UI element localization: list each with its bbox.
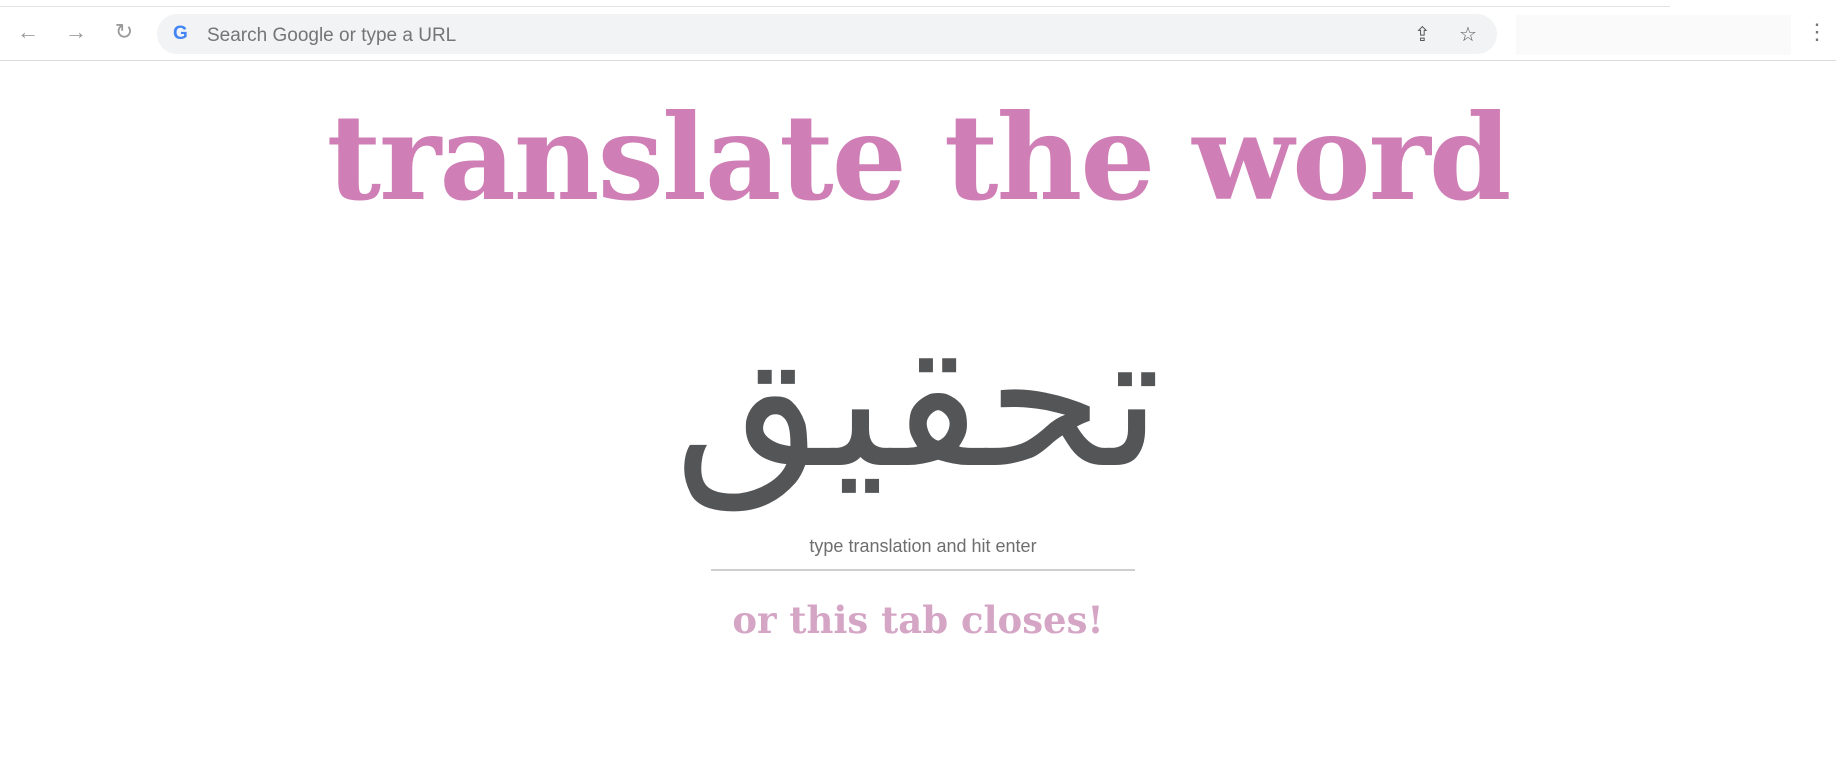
star-icon[interactable]: ☆ [1459,22,1477,47]
extensions-area [1516,15,1791,55]
google-icon: G [173,23,188,44]
address-input[interactable] [205,24,1309,48]
back-arrow-icon[interactable]: ← [14,19,42,45]
translation-input[interactable] [711,523,1135,571]
forward-arrow-icon[interactable]: → [62,19,90,45]
word-to-translate: تحقيق [674,289,1162,510]
menu-icon[interactable]: ⋮ [1806,19,1828,45]
address-bar[interactable]: G ⇪ ☆ [157,14,1497,54]
share-icon[interactable]: ⇪ [1414,22,1431,47]
page-title: translate the word [326,88,1512,227]
browser-toolbar: ← → ↻ G ⇪ ☆ ⋮ [0,7,1836,61]
warning-text: or this tab closes! [732,598,1104,642]
reload-icon[interactable]: ↻ [110,19,138,45]
